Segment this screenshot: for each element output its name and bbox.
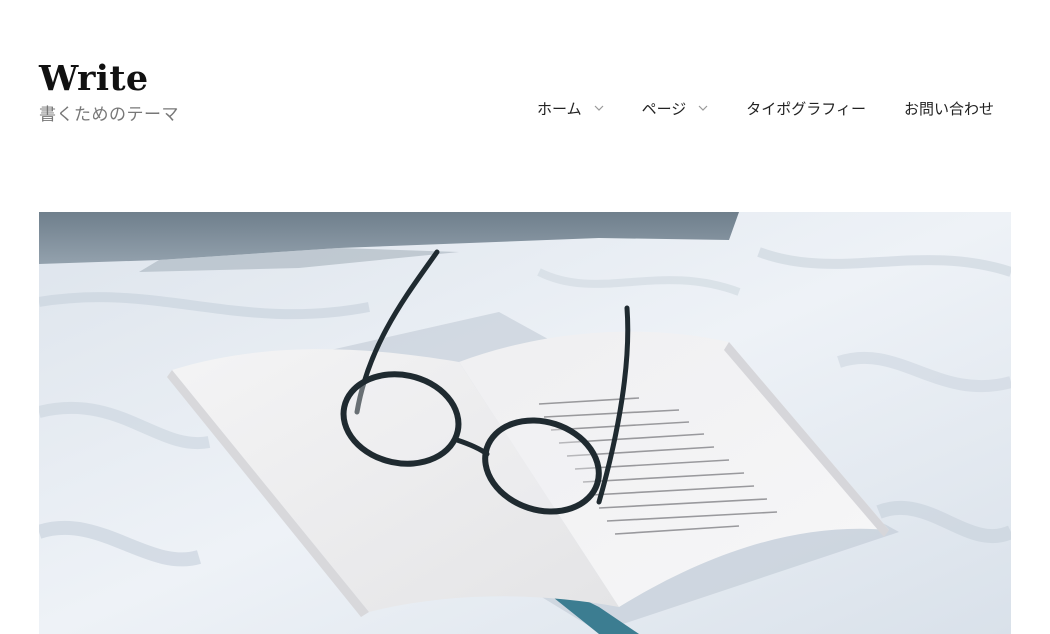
nav-item-label: ホーム	[537, 100, 582, 118]
site-branding: Write 書くためのテーマ	[39, 58, 179, 126]
nav-item-label: お問い合わせ	[903, 100, 994, 118]
main-navigation: ホーム ページ タイポグラフィー お問い合わせ	[537, 98, 994, 120]
nav-item-label: ページ	[641, 100, 687, 118]
eyeglasses-on-book-photo	[39, 212, 1011, 634]
chevron-down-icon	[594, 103, 604, 113]
nav-item-label: タイポグラフィー	[746, 100, 866, 118]
site-header: Write 書くためのテーマ ホーム ページ タイポグラフィー お問い合わせ	[0, 0, 1050, 212]
site-description: 書くためのテーマ	[39, 105, 179, 125]
chevron-down-icon	[698, 103, 708, 113]
nav-item-pages[interactable]: ページ	[642, 98, 709, 120]
nav-item-typography[interactable]: タイポグラフィー	[746, 98, 866, 120]
nav-item-contact[interactable]: お問い合わせ	[904, 98, 994, 120]
nav-item-home[interactable]: ホーム	[537, 98, 604, 120]
site-title[interactable]: Write	[39, 58, 179, 100]
hero-image	[39, 212, 1011, 634]
